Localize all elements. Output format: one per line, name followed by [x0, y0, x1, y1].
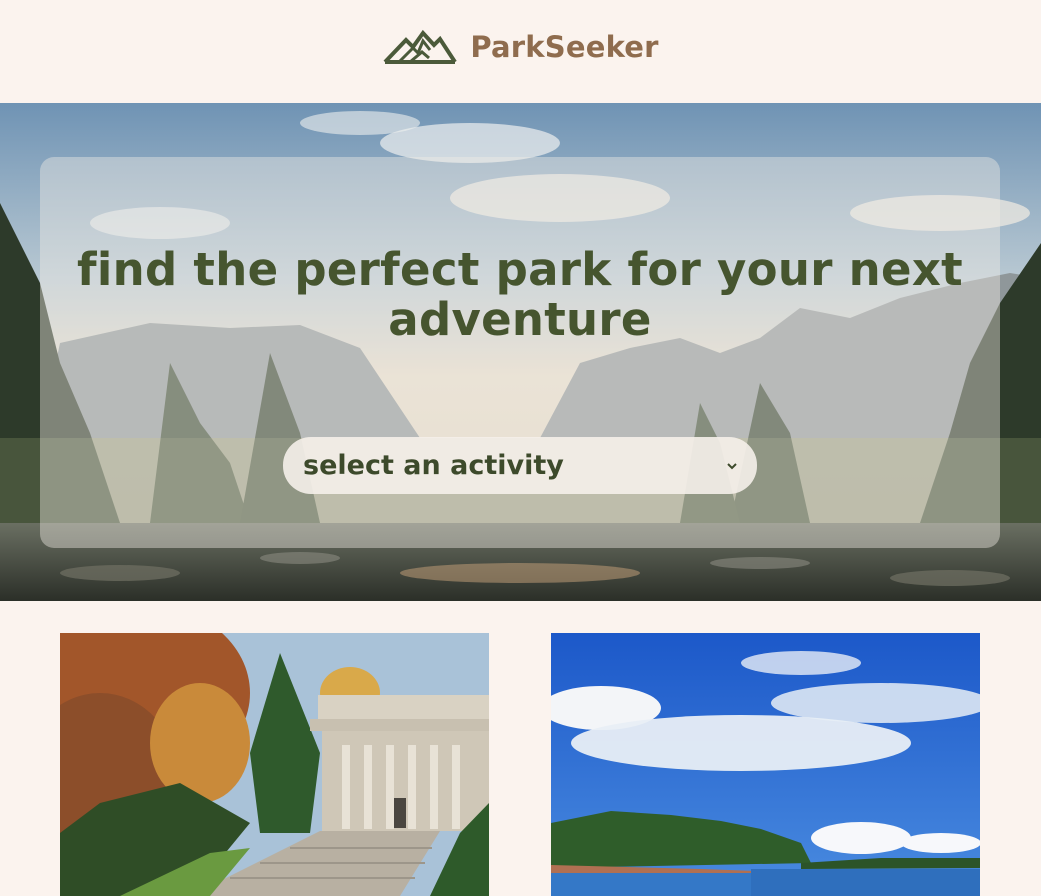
hero-title: find the perfect park for your next adve…	[77, 243, 963, 346]
mountains-icon	[383, 29, 458, 64]
park-card-memorial[interactable]	[60, 633, 489, 896]
brand-logo[interactable]: ParkSeeker	[382, 28, 658, 66]
site-header: ParkSeeker	[0, 0, 1041, 103]
activity-select-value: select an activity	[303, 450, 564, 481]
park-card-coast[interactable]	[551, 633, 980, 896]
activity-select[interactable]: select an activity	[283, 437, 757, 494]
memorial-building-image	[60, 633, 489, 896]
hero-panel: find the perfect park for your next adve…	[40, 157, 1000, 548]
brand-name: ParkSeeker	[470, 29, 659, 64]
hero-section: find the perfect park for your next adve…	[0, 103, 1041, 601]
chevron-down-icon	[727, 462, 737, 469]
coast-image	[551, 633, 980, 896]
